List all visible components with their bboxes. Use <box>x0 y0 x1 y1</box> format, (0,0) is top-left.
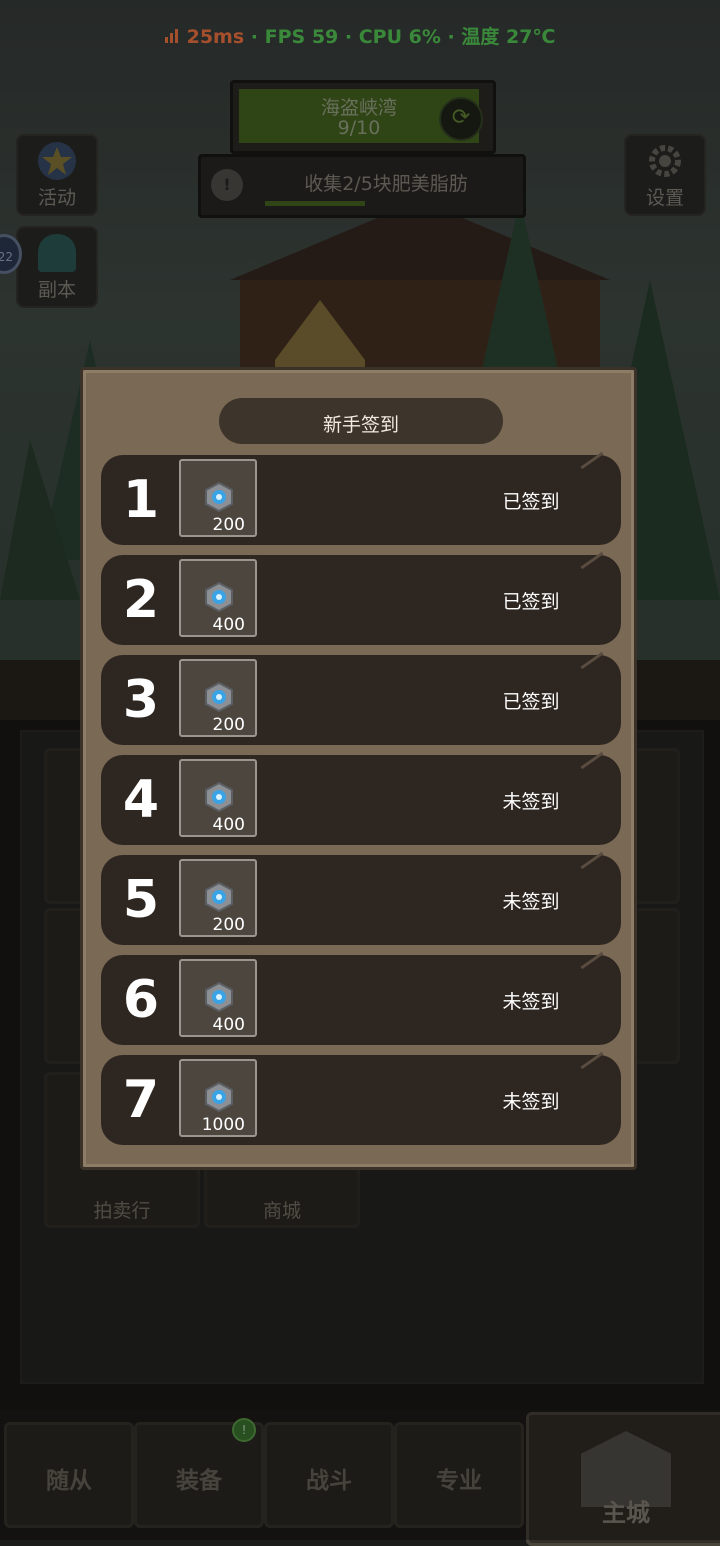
day-number: 1 <box>122 470 160 530</box>
day-number: 6 <box>122 970 160 1030</box>
gem-icon <box>203 881 235 913</box>
reward-slot[interactable]: 200 <box>179 459 257 537</box>
reward-quantity: 400 <box>212 1015 245 1035</box>
sign-in-status: 未签到 <box>502 791 560 813</box>
sign-in-row[interactable]: 6 400 未签到 <box>101 955 621 1045</box>
sign-in-status: 未签到 <box>502 891 560 913</box>
reward-slot[interactable]: 400 <box>179 759 257 837</box>
reward-slot[interactable]: 1000 <box>179 1059 257 1137</box>
gem-icon <box>203 681 235 713</box>
sign-in-status: 未签到 <box>502 1091 560 1113</box>
reward-quantity: 400 <box>212 815 245 835</box>
sign-in-dialog: 新手签到 1 200 已签到 2 400 已签到 3 200 已签到 4 400 未签到 5 200 未签到… <box>80 367 637 1170</box>
sign-in-row[interactable]: 3 200 已签到 <box>101 655 621 745</box>
dialog-title: 新手签到 <box>322 414 399 436</box>
gem-icon <box>203 1081 235 1113</box>
sign-in-status: 已签到 <box>502 591 560 613</box>
gem-icon <box>203 481 235 513</box>
reward-quantity: 200 <box>212 715 245 735</box>
sign-in-row[interactable]: 4 400 未签到 <box>101 755 621 845</box>
reward-quantity: 200 <box>212 915 245 935</box>
sign-in-row[interactable]: 1 200 已签到 <box>101 455 621 545</box>
reward-quantity: 1000 <box>201 1115 245 1135</box>
day-number: 4 <box>122 770 160 830</box>
sign-in-status: 未签到 <box>502 991 560 1013</box>
sign-in-row[interactable]: 5 200 未签到 <box>101 855 621 945</box>
gem-icon <box>203 581 235 613</box>
reward-quantity: 200 <box>212 515 245 535</box>
day-number: 7 <box>122 1070 160 1130</box>
reward-slot[interactable]: 200 <box>179 659 257 737</box>
sign-in-row[interactable]: 7 1000 未签到 <box>101 1055 621 1145</box>
day-number: 5 <box>122 870 160 930</box>
gem-icon <box>203 781 235 813</box>
sign-in-status: 已签到 <box>502 691 560 713</box>
dialog-title-banner: 新手签到 <box>219 398 503 444</box>
sign-in-status: 已签到 <box>502 491 560 513</box>
reward-slot[interactable]: 400 <box>179 959 257 1037</box>
sign-in-row[interactable]: 2 400 已签到 <box>101 555 621 645</box>
day-number: 3 <box>122 670 160 730</box>
day-number: 2 <box>122 570 160 630</box>
reward-slot[interactable]: 400 <box>179 559 257 637</box>
reward-quantity: 400 <box>212 615 245 635</box>
gem-icon <box>203 981 235 1013</box>
reward-slot[interactable]: 200 <box>179 859 257 937</box>
